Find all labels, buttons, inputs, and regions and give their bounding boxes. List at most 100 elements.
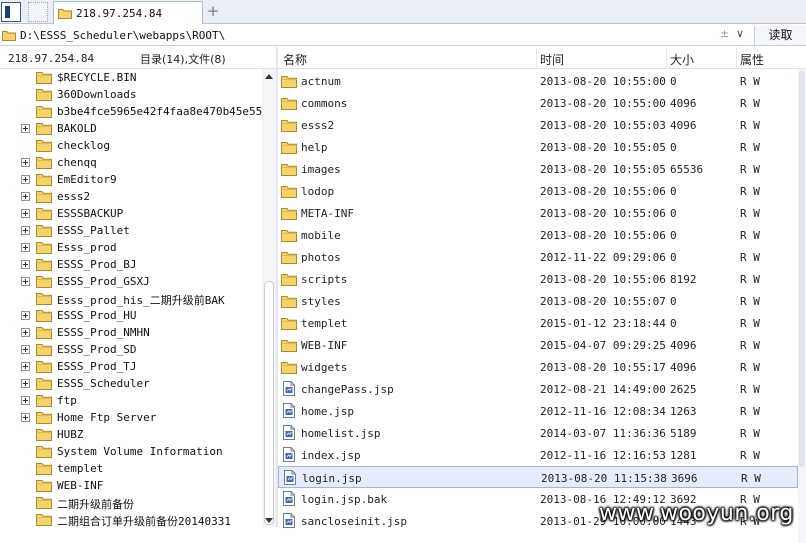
file-row[interactable]: images 2013-08-20 10:55:05 65536 R W — [278, 158, 798, 180]
tree-item[interactable]: ESSS_Prod_SD — [0, 341, 262, 358]
tree-item[interactable]: chenqq — [0, 154, 262, 171]
scroll-down-icon[interactable] — [265, 518, 273, 523]
scroll-up-icon[interactable] — [265, 74, 273, 79]
file-row[interactable]: index.jsp 2012-11-16 12:16:53 1281 R W — [278, 444, 798, 466]
tree-item[interactable]: Home Ftp Server — [0, 409, 262, 426]
tree-item[interactable]: ESSS_Prod_GSXJ — [0, 273, 262, 290]
tree-item-label: System Volume Information — [57, 445, 223, 458]
history-arrows-icon[interactable]: ± — [720, 27, 729, 40]
file-row[interactable]: mobile 2013-08-20 10:55:06 0 R W — [278, 224, 798, 246]
path-input[interactable] — [20, 26, 720, 44]
expand-plus-icon[interactable] — [21, 175, 30, 184]
tree-item[interactable]: 二期组合订单升级前备份20140331 — [0, 511, 262, 527]
file-row[interactable]: widgets 2013-08-20 10:55:17 4096 R W — [278, 356, 798, 378]
column-time[interactable]: 时间 — [540, 51, 564, 68]
expand-plus-icon[interactable] — [21, 277, 30, 286]
expand-plus-icon[interactable] — [21, 396, 30, 405]
file-time: 2013-08-20 10:55:05 — [540, 141, 666, 154]
tree-item[interactable]: BAKOLD — [0, 120, 262, 137]
column-attr[interactable]: 属性 — [740, 51, 764, 68]
file-row[interactable]: homelist.jsp 2014-03-07 11:36:36 5189 R W — [278, 422, 798, 444]
tree-item[interactable]: ftp — [0, 392, 262, 409]
column-divider[interactable] — [666, 47, 667, 69]
tree-item[interactable]: 二期升级前备份 — [0, 494, 262, 511]
tree-item[interactable]: ESSS_Prod_NMHN — [0, 324, 262, 341]
file-row[interactable]: scripts 2013-08-20 10:55:06 8192 R W — [278, 268, 798, 290]
jsp-file-icon — [283, 447, 295, 462]
expand-plus-icon[interactable] — [21, 226, 30, 235]
scroll-thumb[interactable] — [264, 281, 274, 525]
tree-item-label: ESSS_Prod_TJ — [57, 360, 137, 373]
expand-plus-icon[interactable] — [21, 379, 30, 388]
tree-item[interactable]: ESSS_Pallet — [0, 222, 262, 239]
blank-tab-button[interactable] — [28, 2, 48, 22]
folder-icon — [36, 514, 52, 526]
tree-item[interactable]: checklog — [0, 137, 262, 154]
tree-item[interactable]: ESSS_Prod_TJ — [0, 358, 262, 375]
file-time: 2013-08-20 10:55:05 — [540, 163, 666, 176]
file-size: 4096 — [670, 339, 697, 352]
tab-active[interactable]: 218.97.254.84 — [53, 1, 203, 24]
read-button[interactable]: 读取 — [754, 26, 806, 45]
file-row[interactable]: esss2 2013-08-20 10:55:03 4096 R W — [278, 114, 798, 136]
tree-item[interactable]: ESSS_Scheduler — [0, 375, 262, 392]
file-row-selected[interactable]: login.jsp 2013-08-20 11:15:38 3696 R W — [278, 466, 798, 488]
expand-plus-icon[interactable] — [21, 362, 30, 371]
chevron-down-icon[interactable]: ∨ — [736, 27, 744, 40]
file-row[interactable]: templet 2015-01-12 23:18:44 0 R W — [278, 312, 798, 334]
expand-plus-icon[interactable] — [21, 345, 30, 354]
tree-item[interactable]: HUBZ — [0, 426, 262, 443]
tree-item[interactable]: ESSSBACKUP — [0, 205, 262, 222]
file-attr: R W — [740, 405, 760, 418]
tree-item[interactable]: ESSS_Prod_HU — [0, 307, 262, 324]
file-row[interactable]: WEB-INF 2015-04-07 09:29:25 4096 R W — [278, 334, 798, 356]
tree-item[interactable]: templet — [0, 460, 262, 477]
file-row[interactable]: actnum 2013-08-20 10:55:00 0 R W — [278, 70, 798, 92]
scroll-thumb[interactable] — [799, 71, 805, 467]
panel-toggle-button[interactable] — [1, 2, 21, 22]
file-time: 2013-08-20 10:55:06 — [540, 273, 666, 286]
column-size[interactable]: 大小 — [670, 51, 694, 68]
tree-item[interactable]: $RECYCLE.BIN — [0, 69, 262, 86]
tree-item[interactable]: WEB-INF — [0, 477, 262, 494]
add-tab-button[interactable]: + — [205, 3, 221, 19]
tree-item[interactable]: ESSS_Prod_BJ — [0, 256, 262, 273]
tree-item[interactable]: b3be4fce5965e42f4faa8e470b45e552 — [0, 103, 262, 120]
tree-item[interactable]: System Volume Information — [0, 443, 262, 460]
tree-scrollbar[interactable] — [262, 69, 276, 527]
file-row[interactable]: photos 2012-11-22 09:29:06 0 R W — [278, 246, 798, 268]
file-row[interactable]: styles 2013-08-20 10:55:07 0 R W — [278, 290, 798, 312]
file-row[interactable]: help 2013-08-20 10:55:05 0 R W — [278, 136, 798, 158]
file-row[interactable]: META-INF 2013-08-20 10:55:06 0 R W — [278, 202, 798, 224]
folder-icon — [58, 8, 72, 19]
expand-plus-icon[interactable] — [21, 209, 30, 218]
expand-plus-icon[interactable] — [21, 158, 30, 167]
expand-plus-icon[interactable] — [21, 311, 30, 320]
column-divider[interactable] — [736, 47, 737, 69]
column-divider[interactable] — [536, 47, 537, 69]
tree-item-label: EmEditor9 — [57, 173, 117, 186]
tree-item-label: ESSS_Prod_BJ — [57, 258, 137, 271]
expand-plus-icon[interactable] — [21, 260, 30, 269]
tree-item[interactable]: 360Downloads — [0, 86, 262, 103]
tree-item[interactable]: Esss_prod — [0, 239, 262, 256]
tree-item-label: ESSS_Prod_HU — [57, 309, 137, 322]
expand-plus-icon[interactable] — [21, 413, 30, 422]
expand-plus-icon[interactable] — [21, 192, 30, 201]
file-row[interactable]: changePass.jsp 2012-08-21 14:49:00 2625 R W — [278, 378, 798, 400]
tree-item[interactable]: esss2 — [0, 188, 262, 205]
file-name: scripts — [301, 273, 348, 286]
file-time: 2014-03-07 11:36:36 — [540, 427, 666, 440]
tree-item[interactable]: Esss_prod_his_二期升级前BAK — [0, 290, 262, 307]
file-row[interactable]: lodop 2013-08-20 10:55:06 0 R W — [278, 180, 798, 202]
expand-plus-icon[interactable] — [21, 328, 30, 337]
expand-plus-icon[interactable] — [21, 243, 30, 252]
tree-item[interactable]: EmEditor9 — [0, 171, 262, 188]
folder-icon — [2, 30, 16, 41]
file-row[interactable]: commons 2013-08-20 10:55:00 4096 R W — [278, 92, 798, 114]
file-time: 2013-08-20 10:55:03 — [540, 119, 666, 132]
expand-plus-icon[interactable] — [21, 124, 30, 133]
column-name[interactable]: 名称 — [283, 51, 307, 68]
file-row[interactable]: home.jsp 2012-11-16 12:08:34 1263 R W — [278, 400, 798, 422]
file-list-scrollbar[interactable] — [798, 69, 806, 543]
